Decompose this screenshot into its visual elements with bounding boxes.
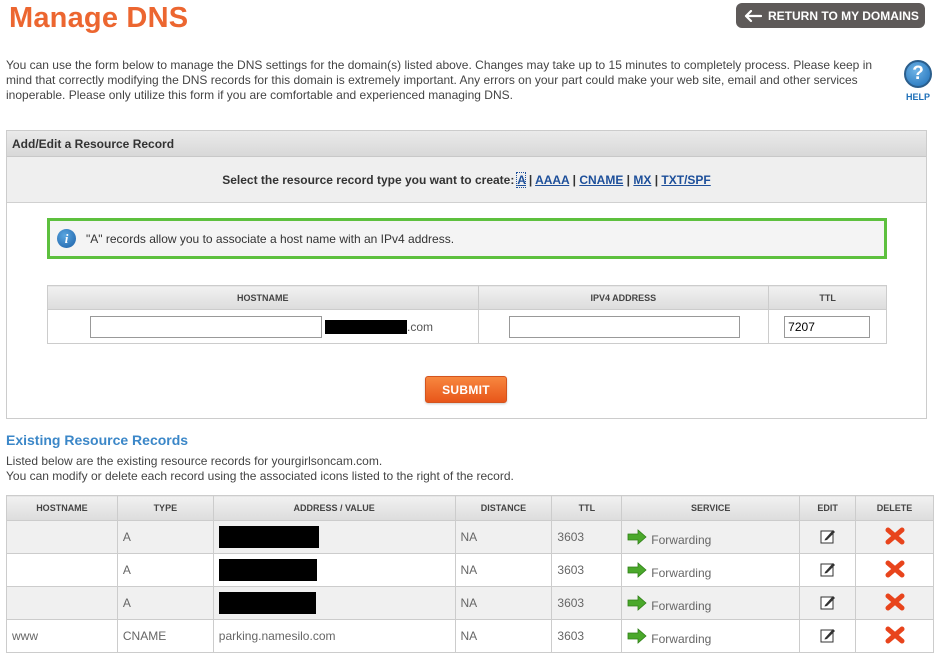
row-distance: NA xyxy=(454,619,553,653)
row-service: Forwarding xyxy=(621,553,801,587)
row-service: Forwarding xyxy=(621,619,801,653)
record-type-a-link[interactable]: A xyxy=(516,172,527,188)
hostname-input[interactable] xyxy=(90,315,322,338)
existing-records-title: Existing Resource Records xyxy=(6,432,189,448)
col-distance: DISTANCE xyxy=(454,495,553,521)
record-type-selector: Select the resource record type you want… xyxy=(7,157,926,203)
hostname-column-header: HOSTNAME xyxy=(47,285,479,310)
row-delete xyxy=(855,553,934,587)
row-distance: NA xyxy=(454,586,553,620)
table-row: A NA 3603 Forwarding xyxy=(6,553,934,587)
add-edit-record-panel: Add/Edit a Resource Record Select the re… xyxy=(6,130,927,419)
row-address-value xyxy=(212,553,456,587)
row-service: Forwarding xyxy=(621,520,801,554)
row-type: A xyxy=(116,586,214,620)
row-hostname: www xyxy=(6,619,118,653)
select-prompt: Select the resource record type you want… xyxy=(222,173,515,187)
row-service: Forwarding xyxy=(621,586,801,620)
address-value: parking.namesilo.com xyxy=(218,629,336,643)
domain-tld: .com xyxy=(407,319,434,334)
help-button[interactable]: ? HELP xyxy=(902,60,934,102)
redacted-value xyxy=(218,559,317,581)
existing-records-instructions: You can modify or delete each record usi… xyxy=(6,469,514,483)
left-arrow-icon xyxy=(744,9,762,22)
col-address-value: ADDRESS / VALUE xyxy=(212,495,456,521)
redacted-domain xyxy=(325,319,407,334)
return-button-label: RETURN TO MY DOMAINS xyxy=(768,8,919,23)
ttl-column-header: TTL xyxy=(768,285,887,310)
intro-text: You can use the form below to manage the… xyxy=(6,58,873,102)
record-form-table: HOSTNAME IPV4 ADDRESS TTL .com xyxy=(47,285,887,344)
col-delete: DELETE xyxy=(855,495,934,521)
table-row: A NA 3603 Forwarding xyxy=(6,586,934,620)
record-type-cname-link[interactable]: CNAME xyxy=(579,173,623,187)
record-type-txt-spf-link[interactable]: TXT/SPF xyxy=(661,173,710,187)
existing-records-table: HOSTNAME TYPE ADDRESS / VALUE DISTANCE T… xyxy=(6,495,934,653)
pencil-edit-icon[interactable] xyxy=(820,594,836,613)
red-x-icon[interactable] xyxy=(885,560,905,581)
existing-records-description: Listed below are the existing resource r… xyxy=(6,454,383,468)
question-mark-icon: ? xyxy=(904,60,932,88)
row-ttl: 3603 xyxy=(551,520,623,554)
info-box: i "A" records allow you to associate a h… xyxy=(47,218,887,259)
redacted-value xyxy=(218,526,319,548)
row-edit xyxy=(799,520,857,554)
row-hostname xyxy=(6,520,118,554)
service-label: Forwarding xyxy=(651,599,712,613)
table-row: www CNAME parking.namesilo.com NA 3603 Forwar… xyxy=(6,619,934,653)
row-delete xyxy=(855,619,934,653)
red-x-icon[interactable] xyxy=(885,527,905,548)
col-edit: EDIT xyxy=(799,495,857,521)
record-type-mx-link[interactable]: MX xyxy=(633,173,651,187)
ipv4-column-header: IPV4 ADDRESS xyxy=(477,285,770,310)
green-right-arrow-icon xyxy=(627,562,647,578)
row-type: A xyxy=(116,553,214,587)
red-x-icon[interactable] xyxy=(885,593,905,614)
pencil-edit-icon[interactable] xyxy=(820,528,836,547)
record-type-aaaa-link[interactable]: AAAA xyxy=(535,173,569,187)
green-right-arrow-icon xyxy=(627,529,647,545)
return-to-my-domains-button[interactable]: RETURN TO MY DOMAINS xyxy=(736,3,925,28)
pencil-edit-icon[interactable] xyxy=(820,561,836,580)
row-type: CNAME xyxy=(116,619,214,653)
service-label: Forwarding xyxy=(651,632,712,646)
info-icon: i xyxy=(57,229,76,248)
row-ttl: 3603 xyxy=(551,586,623,620)
row-address-value xyxy=(212,586,456,620)
panel-title: Add/Edit a Resource Record xyxy=(7,131,926,157)
ttl-input[interactable] xyxy=(784,315,871,338)
row-edit xyxy=(799,553,857,587)
col-type: TYPE xyxy=(116,495,214,521)
row-delete xyxy=(855,586,934,620)
domain-suffix: .com xyxy=(325,319,434,334)
help-label: HELP xyxy=(905,92,930,102)
ipv4-address-input[interactable] xyxy=(508,315,740,338)
row-edit xyxy=(799,619,857,653)
redacted-value xyxy=(218,592,316,614)
col-service: SERVICE xyxy=(621,495,801,521)
row-type: A xyxy=(116,520,214,554)
row-distance: NA xyxy=(454,553,553,587)
row-hostname xyxy=(6,553,118,587)
col-hostname: HOSTNAME xyxy=(6,495,118,521)
service-label: Forwarding xyxy=(651,566,712,580)
red-x-icon[interactable] xyxy=(885,626,905,647)
row-hostname xyxy=(6,586,118,620)
row-ttl: 3603 xyxy=(551,619,623,653)
info-text: "A" records allow you to associate a hos… xyxy=(86,231,455,246)
table-row: A NA 3603 Forwarding xyxy=(6,520,934,554)
green-right-arrow-icon xyxy=(627,595,647,611)
row-edit xyxy=(799,586,857,620)
row-ttl: 3603 xyxy=(551,553,623,587)
service-label: Forwarding xyxy=(651,533,712,547)
page-title: Manage DNS xyxy=(9,2,189,34)
row-delete xyxy=(855,520,934,554)
row-distance: NA xyxy=(454,520,553,554)
row-address-value xyxy=(212,520,456,554)
pencil-edit-icon[interactable] xyxy=(820,627,836,646)
row-address-value: parking.namesilo.com xyxy=(212,619,456,653)
col-ttl: TTL xyxy=(551,495,623,521)
green-right-arrow-icon xyxy=(627,628,647,644)
submit-button[interactable]: SUBMIT xyxy=(425,376,507,403)
